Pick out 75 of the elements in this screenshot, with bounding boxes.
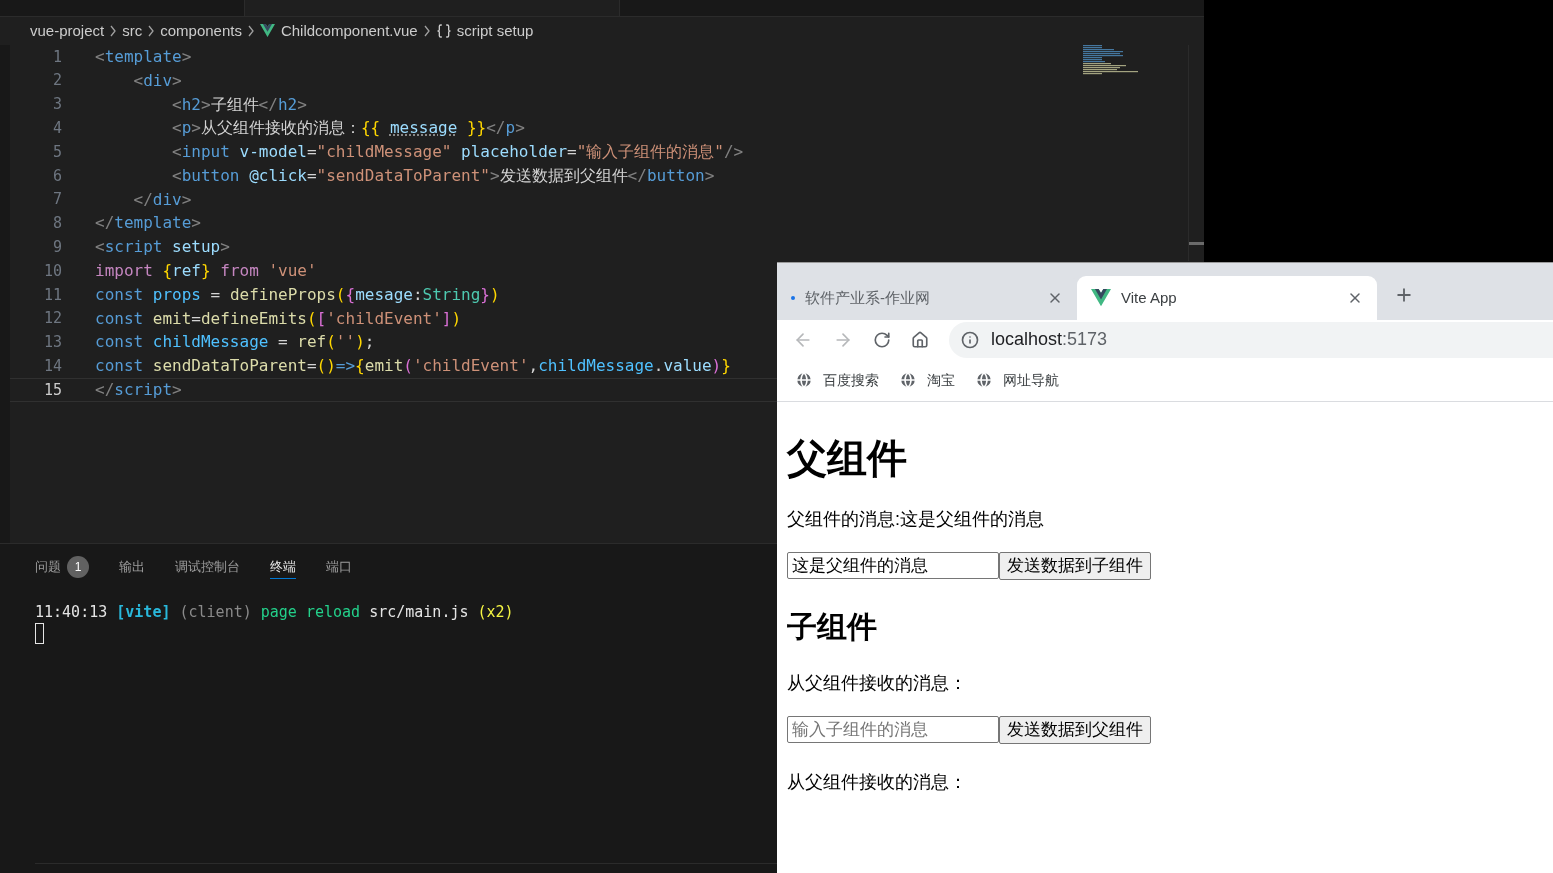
line-number: 15 (42, 379, 62, 401)
count-badge: 1 (67, 556, 89, 578)
panel-tab[interactable]: 输出 (119, 555, 145, 579)
chevron-icon (246, 25, 255, 37)
message-input[interactable]: 这是父组件的消息 (787, 552, 999, 579)
code-line: const emit=defineEmits(['childEvent']) (95, 307, 462, 330)
line-number: 5 (51, 141, 62, 163)
browser-tab[interactable]: Vite App (1077, 276, 1377, 320)
code-line: </script> (95, 379, 182, 402)
panel-tab[interactable]: 终端 (270, 555, 296, 579)
line-number: 9 (51, 237, 62, 258)
code-line: </template> (95, 212, 201, 235)
line-number: 7 (51, 189, 62, 211)
line-number: 14 (42, 356, 62, 377)
code-line: </div> (132, 188, 192, 211)
home-icon[interactable] (911, 330, 929, 349)
code-line: <h2>子组件</h2> (171, 93, 307, 116)
favicon-icon (791, 296, 795, 300)
code-line: <p>从父组件接收的消息：{{ message }}</p> (171, 117, 525, 140)
breadcrumb-item[interactable]: Childcomponent.vue (280, 19, 418, 43)
vue-logo-icon (1091, 289, 1111, 307)
code-line: const childMessage = ref(''); (95, 331, 375, 354)
code-line: const sendDataToParent=()=>{emit('childEvent',childMessage.value)} (95, 355, 731, 378)
globe-icon (795, 371, 813, 389)
section-heading: 子组件 (787, 609, 877, 645)
send-button[interactable]: 发送数据到父组件 (999, 716, 1151, 744)
message-text: 从父组件接收的消息： (787, 672, 967, 694)
line-number: 2 (51, 70, 62, 92)
globe-icon (899, 371, 917, 389)
breadcrumb-item[interactable]: vue-project (30, 19, 105, 43)
close-icon[interactable] (1347, 290, 1363, 306)
line-number: 4 (51, 118, 62, 140)
terminal-line: 11:40:13 [vite] (client) page reload src/main.js (x2) (35, 602, 514, 623)
message-text: 父组件的消息:这是父组件的消息 (787, 508, 1044, 530)
panel-tab[interactable]: 调试控制台 (175, 555, 240, 579)
chevron-icon (422, 25, 431, 37)
line-number: 8 (51, 213, 62, 235)
line-number: 10 (42, 260, 62, 282)
url-text: localhost:5173 (991, 328, 1108, 351)
line-number: 6 (51, 165, 62, 187)
line-number: 13 (42, 332, 62, 354)
line-number: 11 (42, 284, 62, 306)
bookmark-item[interactable]: 网址导航 (975, 369, 1059, 391)
terminal-cursor (35, 623, 44, 644)
line-number: 1 (51, 46, 62, 68)
bookmark-item[interactable]: 淘宝 (899, 369, 955, 391)
breadcrumb-item[interactable]: src (122, 19, 143, 43)
info-icon (961, 330, 979, 349)
code-line: <div> (132, 69, 182, 92)
new-tab-icon[interactable] (1394, 285, 1414, 305)
chevron-icon (147, 25, 156, 37)
reload-icon[interactable] (873, 330, 891, 349)
vue-logo-icon (259, 24, 275, 38)
panel-tab[interactable]: 端口 (326, 555, 352, 579)
line-number: 3 (51, 94, 62, 116)
send-button[interactable]: 发送数据到子组件 (999, 552, 1151, 580)
code-line: <script setup> (95, 236, 230, 259)
breadcrumb-item[interactable]: components (160, 19, 242, 43)
panel-tab[interactable]: 问题 1 (35, 555, 89, 579)
bookmark-item[interactable]: 百度搜索 (795, 369, 879, 391)
code-line: const props = defineProps({mesage:String}) (95, 283, 500, 306)
code-line: <template> (95, 45, 192, 68)
globe-icon (975, 371, 993, 389)
line-number: 12 (42, 308, 62, 330)
chevron-icon (109, 25, 118, 37)
address-bar[interactable]: localhost:5173 (949, 321, 1553, 358)
code-line: <input v-model="childMessage" placeholder="输入子组件的消息"/> (171, 141, 744, 164)
message-text: 从父组件接收的消息： (787, 771, 967, 793)
code-line: import {ref} from 'vue' (95, 260, 317, 283)
breadcrumb-item[interactable]: script setup (456, 19, 534, 43)
page-heading: 父组件 (787, 435, 907, 481)
code-line: <button @click="sendDataToParent">发送数据到父组件</button> (171, 164, 715, 187)
braces-icon (435, 23, 452, 39)
close-icon[interactable] (1047, 290, 1063, 306)
message-input[interactable]: 输入子组件的消息 (787, 716, 999, 743)
